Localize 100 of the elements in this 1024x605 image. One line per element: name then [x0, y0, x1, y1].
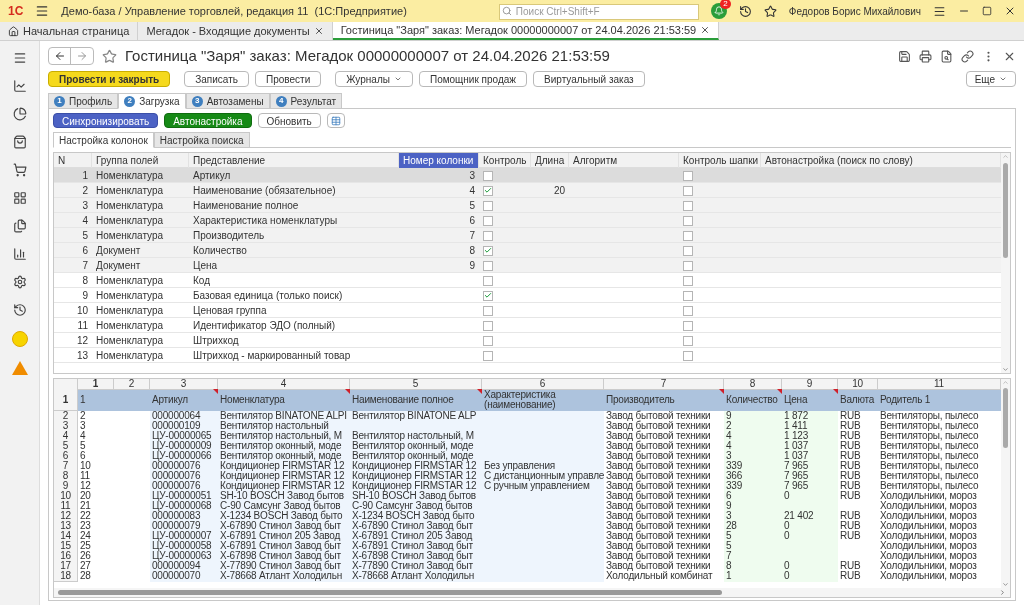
checkbox[interactable]: [483, 320, 493, 331]
document-tab[interactable]: Гостиница "Заря" заказ: Мегадок 00000000007 от 24.04.2026 21:53:59: [332, 22, 720, 40]
close-icon[interactable]: [700, 25, 711, 35]
save-icon[interactable]: [898, 49, 911, 63]
scrollbar-thumb[interactable]: [1003, 388, 1008, 448]
table-row[interactable]: 5 Номенклатура Производитель 7: [54, 228, 1001, 243]
column-header[interactable]: Номер колонки: [399, 153, 479, 168]
checkbox[interactable]: [683, 305, 693, 316]
step-tab[interactable]: 4 Результат: [269, 93, 343, 109]
table-cell-text: Код: [192, 274, 211, 288]
documents-icon[interactable]: [12, 219, 27, 233]
table-row[interactable]: 10 Номенклатура Ценовая группа: [54, 303, 1001, 318]
table-row[interactable]: 13 Номенклатура Штрихкод - маркированный товар: [54, 348, 1001, 363]
table-row[interactable]: 8 Номенклатура Код: [54, 273, 1001, 288]
user-name[interactable]: Федоров Борис Михайлович: [788, 3, 921, 19]
preview-icon[interactable]: [940, 49, 953, 63]
menu-icon[interactable]: [933, 4, 946, 18]
checkbox[interactable]: [483, 215, 493, 226]
scrollbar-thumb[interactable]: [58, 590, 722, 595]
action-button[interactable]: Синхронизировать: [53, 113, 159, 128]
checkbox[interactable]: [683, 275, 693, 286]
grid-icon[interactable]: [12, 191, 27, 205]
cart-icon[interactable]: [12, 163, 27, 177]
checkbox[interactable]: [483, 290, 493, 301]
scroll-down-icon[interactable]: [1002, 366, 1009, 373]
action-button[interactable]: Автонастройка: [164, 113, 252, 128]
table-row[interactable]: 11 Номенклатура Идентификатор ЭДО (полный): [54, 318, 1001, 333]
star-icon[interactable]: [102, 48, 117, 64]
close-icon[interactable]: [313, 26, 324, 36]
checkbox[interactable]: [683, 185, 693, 196]
table-row[interactable]: 6 Документ Количество 8: [54, 243, 1001, 258]
step-tab[interactable]: 1 Профиль: [48, 93, 119, 109]
toolbar-button[interactable]: Журналы: [335, 71, 413, 87]
toolbar-button[interactable]: Провести: [255, 71, 322, 87]
sheet-cell: ЦУ-00000068: [150, 501, 218, 512]
horizontal-scrollbar[interactable]: [54, 588, 1010, 597]
scroll-up-icon[interactable]: [1002, 153, 1009, 160]
checkbox[interactable]: [683, 215, 693, 226]
table-row[interactable]: 1 Номенклатура Артикул 3: [54, 168, 1001, 183]
checkbox[interactable]: [683, 290, 693, 301]
close-icon[interactable]: [1004, 5, 1016, 17]
checkbox[interactable]: [683, 320, 693, 331]
search-field[interactable]: Поиск Ctrl+Shift+F: [498, 3, 699, 20]
checkbox[interactable]: [483, 350, 493, 361]
row-number[interactable]: 1: [54, 389, 78, 411]
checkbox[interactable]: [683, 335, 693, 346]
row-number[interactable]: 18: [54, 571, 78, 582]
toolbar-button[interactable]: Помощник продаж: [418, 71, 528, 87]
action-button[interactable]: Обновить: [257, 113, 321, 128]
checkbox[interactable]: [483, 230, 493, 241]
line-chart-icon[interactable]: [12, 79, 27, 93]
table-settings-button[interactable]: [326, 113, 345, 128]
star-icon[interactable]: [763, 4, 777, 18]
settings-icon[interactable]: [12, 275, 27, 289]
document-tab[interactable]: Начальная страница: [0, 22, 139, 40]
menu-icon[interactable]: [35, 4, 50, 18]
checkbox[interactable]: [483, 185, 493, 196]
scrollbar-thumb[interactable]: [1003, 163, 1008, 258]
settings-tab[interactable]: Настройка поиска: [153, 132, 250, 148]
checkbox[interactable]: [683, 230, 693, 241]
step-tab[interactable]: 2 Загрузка: [118, 93, 186, 109]
checkbox[interactable]: [483, 335, 493, 346]
settings-tab[interactable]: Настройка колонок: [53, 132, 154, 148]
checkbox[interactable]: [483, 245, 493, 256]
checkbox[interactable]: [483, 260, 493, 271]
history-icon[interactable]: [12, 303, 27, 317]
checkbox[interactable]: [683, 200, 693, 211]
bag-icon[interactable]: [12, 135, 27, 149]
toolbar-button[interactable]: Провести и закрыть: [48, 71, 171, 87]
table-row[interactable]: 9 Номенклатура Базовая единица (только поиск): [54, 288, 1001, 303]
history-icon[interactable]: [738, 4, 752, 18]
bar-chart-icon[interactable]: [12, 247, 27, 261]
link-icon[interactable]: [961, 49, 974, 63]
checkbox[interactable]: [483, 305, 493, 316]
table-row[interactable]: 12 Номенклатура Штрихкод: [54, 333, 1001, 348]
checkbox[interactable]: [483, 275, 493, 286]
checkbox[interactable]: [683, 170, 693, 181]
pie-chart-icon[interactable]: [12, 107, 27, 121]
document-tab[interactable]: Мегадок - Входящие документы: [138, 22, 333, 40]
scrollbar[interactable]: [1001, 153, 1010, 373]
checkbox[interactable]: [683, 350, 693, 361]
scroll-down-icon[interactable]: [1002, 581, 1009, 588]
table-row[interactable]: 3 Номенклатура Наименование полное 5: [54, 198, 1001, 213]
more-button[interactable]: Еще: [965, 71, 1016, 87]
table-row[interactable]: 2 Номенклатура Наименование (обязательное) 4 20: [54, 183, 1001, 198]
warning-triangle-icon[interactable]: [11, 361, 28, 375]
toolbar-button[interactable]: Записать: [184, 71, 249, 87]
checkbox[interactable]: [683, 245, 693, 256]
toolbar-button[interactable]: Виртуальный заказ: [533, 71, 645, 87]
maximize-icon[interactable]: [982, 6, 992, 16]
scrollbar[interactable]: [1001, 379, 1010, 588]
step-tab[interactable]: 3 Автозамены: [185, 93, 270, 109]
scroll-up-icon[interactable]: [1002, 379, 1009, 386]
checkbox[interactable]: [483, 200, 493, 211]
scroll-right-icon[interactable]: [999, 589, 1006, 596]
checkbox[interactable]: [683, 260, 693, 271]
checkbox[interactable]: [483, 170, 493, 181]
printer-icon[interactable]: [919, 49, 932, 63]
table-row[interactable]: 4 Номенклатура Характеристика номенклатуры 6: [54, 213, 1001, 228]
table-row[interactable]: 7 Документ Цена 9: [54, 258, 1001, 273]
